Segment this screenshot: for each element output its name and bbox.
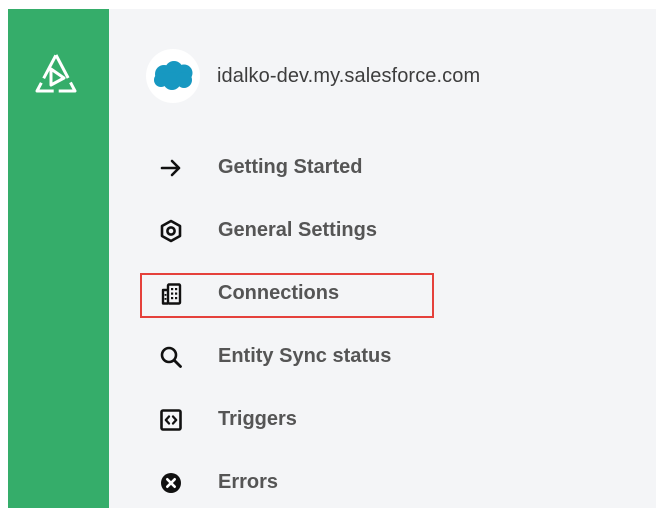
app-frame: idalko-dev.my.salesforce.com Getting Sta… bbox=[8, 9, 656, 508]
error-circle-icon bbox=[156, 468, 186, 498]
nav-item-general-settings[interactable]: General Settings bbox=[138, 199, 558, 262]
search-icon bbox=[156, 342, 186, 372]
nav-item-label: Errors bbox=[218, 471, 279, 493]
building-icon bbox=[156, 279, 186, 309]
code-brackets-icon bbox=[156, 405, 186, 435]
nav-item-label: Connections bbox=[218, 282, 340, 304]
nav-item-label: General Settings bbox=[218, 219, 377, 241]
arrow-right-icon bbox=[156, 153, 186, 183]
nav-item-label: Entity Sync status bbox=[218, 345, 392, 367]
nav-item-triggers[interactable]: Triggers bbox=[138, 388, 558, 451]
exalate-logo-icon[interactable] bbox=[31, 51, 81, 101]
salesforce-cloud-icon bbox=[154, 61, 193, 90]
hexagon-settings-icon bbox=[156, 216, 186, 246]
nav-item-label: Getting Started bbox=[218, 156, 363, 178]
avatar bbox=[146, 49, 200, 103]
instance-header[interactable]: idalko-dev.my.salesforce.com bbox=[146, 49, 480, 103]
left-rail bbox=[8, 9, 109, 508]
nav-item-label: Triggers bbox=[218, 408, 297, 430]
nav-item-entity-sync-status[interactable]: Entity Sync status bbox=[138, 325, 558, 388]
instance-name: idalko-dev.my.salesforce.com bbox=[217, 64, 481, 87]
settings-nav: Getting Started General Settings Connect… bbox=[138, 136, 558, 508]
nav-item-connections[interactable]: Connections bbox=[138, 262, 558, 325]
nav-item-errors[interactable]: Errors bbox=[138, 451, 558, 508]
nav-item-getting-started[interactable]: Getting Started bbox=[138, 136, 558, 199]
